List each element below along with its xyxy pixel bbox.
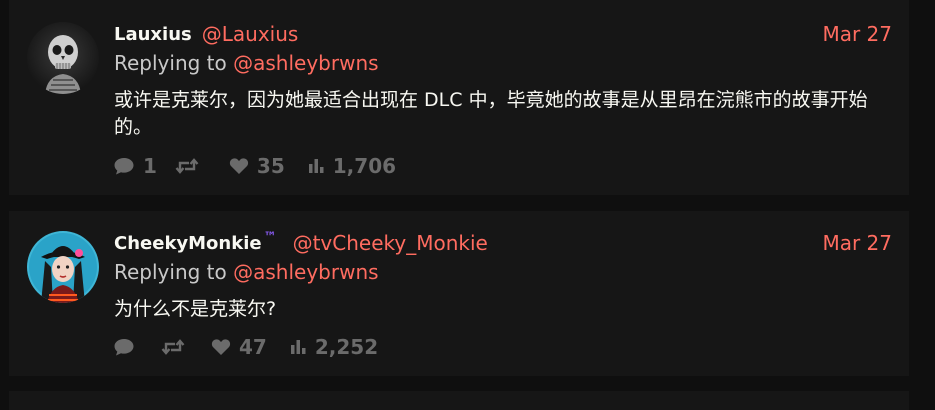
username[interactable]: @Lauxius — [202, 22, 299, 46]
tweet-stats: 47 2,252 — [113, 335, 378, 359]
tweet-content: 为什么不是克莱尔? — [114, 298, 277, 320]
replying-to: Replying to @ashleybrwns — [114, 51, 379, 75]
tweet-header: CheekyMonkie ™ @tvCheeky_Monkie Mar 27 — [114, 228, 892, 258]
heart-icon — [211, 339, 231, 355]
bar-chart-icon — [290, 340, 306, 354]
fullname[interactable]: Lauxius — [114, 24, 192, 45]
fullname[interactable]: CheekyMonkie — [114, 233, 262, 254]
views-stat[interactable]: 2,252 — [289, 335, 378, 359]
replying-to-prefix: Replying to — [114, 51, 234, 75]
tweet-stats: 1 35 1,706 — [113, 154, 396, 178]
views-count: 2,252 — [314, 335, 379, 359]
retweet-stat[interactable] — [175, 157, 207, 175]
avatar[interactable] — [27, 22, 99, 94]
replying-to-prefix: Replying to — [114, 260, 234, 284]
replying-to-mention[interactable]: @ashleybrwns — [233, 51, 378, 75]
tweet-card-partial — [9, 391, 909, 410]
tweet-content: 或许是克莱尔，因为她最适合出现在 DLC 中，毕竟她的故事是从里昂在浣熊市的故事… — [114, 89, 868, 138]
like-count: 35 — [256, 154, 285, 178]
retweet-stat[interactable] — [161, 338, 193, 356]
views-stat[interactable]: 1,706 — [307, 154, 396, 178]
replying-to: Replying to @ashleybrwns — [114, 260, 379, 284]
tweet-date[interactable]: Mar 27 — [822, 231, 892, 255]
reply-stat[interactable] — [113, 337, 143, 357]
heart-icon — [229, 158, 249, 174]
tweet-header: Lauxius @Lauxius Mar 27 — [114, 19, 892, 49]
retweet-icon — [175, 158, 199, 174]
like-stat[interactable]: 35 — [229, 154, 285, 178]
witch-avatar-icon — [27, 231, 99, 303]
tweet-card: Lauxius @Lauxius Mar 27 Replying to @ash… — [9, 0, 909, 195]
tweet-card: CheekyMonkie ™ @tvCheeky_Monkie Mar 27 Re… — [9, 211, 909, 376]
reply-stat[interactable]: 1 — [113, 154, 157, 178]
tweet-date[interactable]: Mar 27 — [822, 22, 892, 46]
like-stat[interactable]: 47 — [211, 335, 267, 359]
replying-to-mention[interactable]: @ashleybrwns — [233, 260, 378, 284]
like-count: 47 — [239, 335, 267, 359]
bar-chart-icon — [308, 159, 324, 173]
skull-avatar-icon — [27, 22, 99, 94]
comment-bubble-icon — [114, 158, 134, 175]
avatar[interactable] — [27, 231, 99, 303]
username[interactable]: @tvCheeky_Monkie — [293, 231, 488, 255]
views-count: 1,706 — [332, 154, 397, 178]
retweet-icon — [161, 339, 185, 355]
reply-count: 1 — [143, 154, 157, 178]
verified-mark: ™ — [263, 229, 277, 245]
comment-bubble-icon — [114, 339, 134, 356]
